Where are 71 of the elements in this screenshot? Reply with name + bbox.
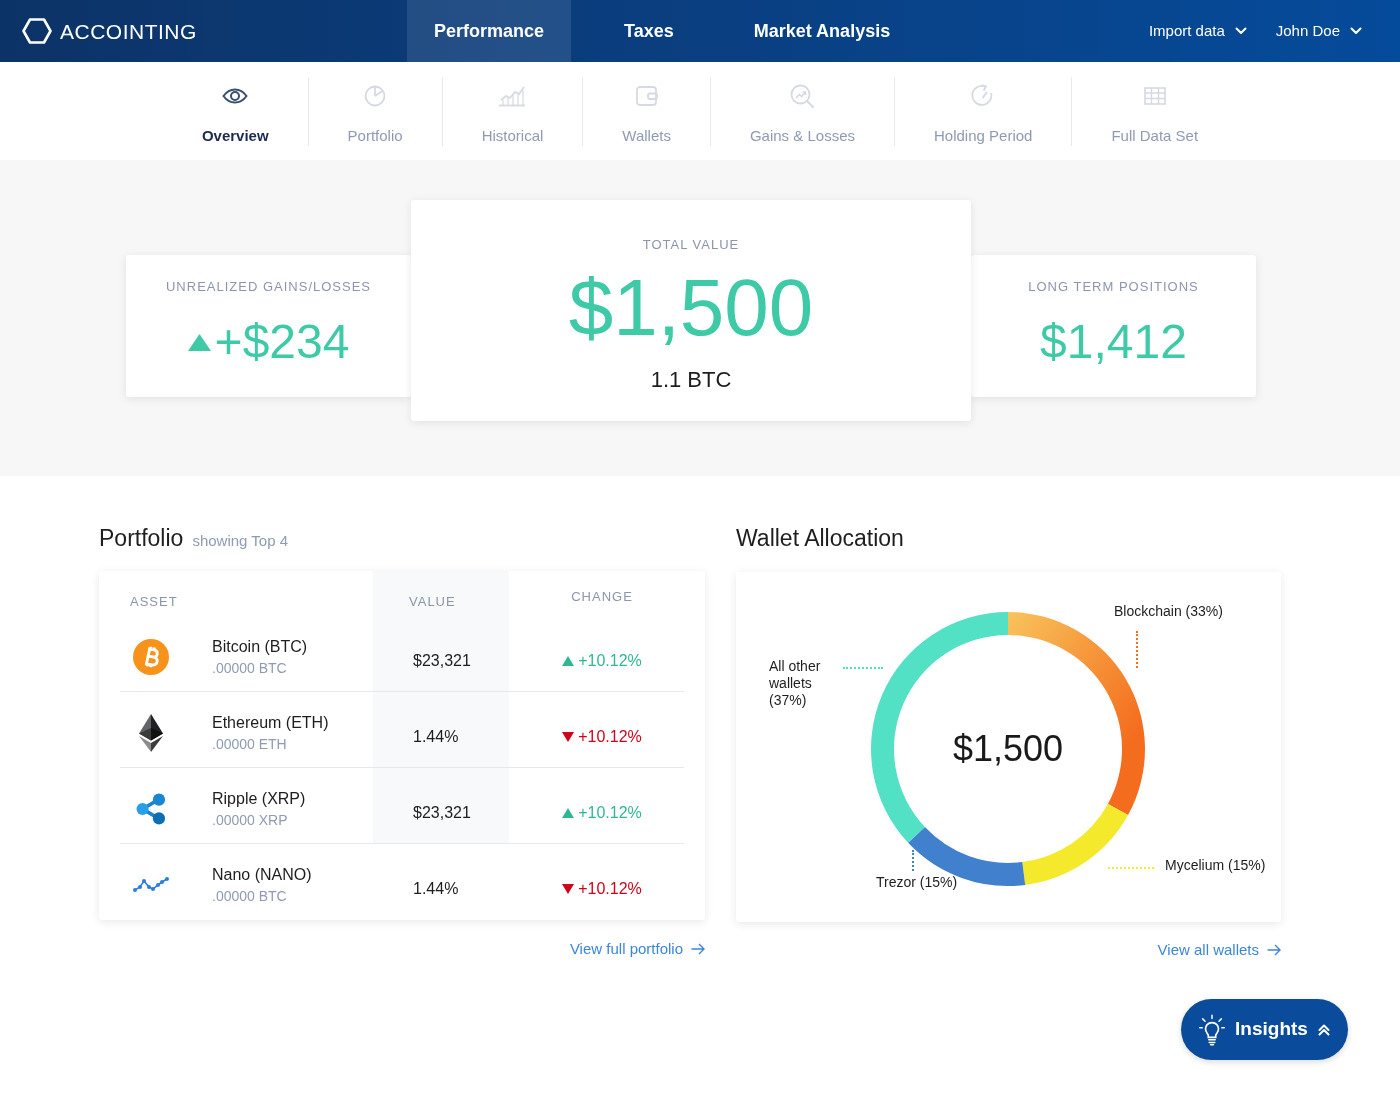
- change-value: +10.12%: [578, 650, 642, 671]
- nav-tab[interactable]: Market Analysis: [726, 0, 918, 62]
- wallets-link[interactable]: View all wallets: [1157, 940, 1281, 960]
- section-title: Portfolio: [99, 524, 184, 553]
- asset-value: 1.44%: [413, 879, 459, 899]
- sub-nav-tab[interactable]: Full Data Set: [1071, 77, 1238, 146]
- portfolio-link[interactable]: View full portfolio: [569, 939, 705, 959]
- chevron-down-icon: [1350, 27, 1362, 35]
- table-icon: [1143, 87, 1166, 105]
- stat-sub-value: 1.1 BTC: [650, 366, 732, 394]
- sub-nav-tab[interactable]: Wallets: [582, 77, 710, 146]
- arrow-right-icon: [1267, 944, 1281, 956]
- slice-label: Trezor (15%): [876, 874, 958, 891]
- change-value: +10.12%: [578, 802, 642, 823]
- line-chart-icon: [498, 85, 527, 107]
- asset-name: Ethereum (ETH): [212, 712, 329, 733]
- asset-amount: .00000 ETH: [212, 734, 288, 754]
- sub-nav-tab[interactable]: Holding Period: [894, 77, 1072, 146]
- slice-label: All other wallets (37%): [769, 658, 822, 709]
- slice-label: Blockchain (33%): [1114, 603, 1223, 620]
- slice-label: Mycelium (15%): [1165, 857, 1266, 874]
- section-title: Wallet Allocation: [736, 524, 904, 553]
- change-value: +10.12%: [578, 726, 642, 747]
- column-header: ASSET: [130, 594, 178, 609]
- logo-text: ACCOINTING: [60, 20, 197, 42]
- wallet-icon: [635, 86, 658, 106]
- stat-label: TOTAL VALUE: [642, 237, 740, 253]
- column-header: CHANGE: [571, 589, 633, 605]
- sub-nav-tab[interactable]: Historical: [441, 77, 583, 146]
- nano-icon: [133, 877, 169, 893]
- magnifier-chart-icon: [790, 84, 815, 108]
- asset-amount: .00000 BTC: [212, 658, 288, 678]
- bitcoin-icon: [133, 638, 169, 675]
- sub-nav-tab[interactable]: Gains & Losses: [709, 77, 894, 146]
- ripple-icon: [136, 792, 166, 825]
- ethereum-icon: [139, 713, 163, 752]
- asset-amount: .00000 BTC: [212, 887, 288, 906]
- eye-icon: [222, 88, 249, 104]
- arrow-right-icon: [691, 943, 705, 955]
- nav-dropdown[interactable]: Import data: [1148, 19, 1247, 43]
- sub-nav-tab[interactable]: Portfolio: [307, 77, 442, 146]
- double-chevron-up-icon: [1317, 1023, 1330, 1036]
- stat-label: LONG TERM POSITIONS: [1028, 279, 1199, 295]
- nav-tab[interactable]: Taxes: [597, 0, 701, 62]
- leader-line: [1136, 631, 1138, 668]
- nav-dropdown[interactable]: John Doe: [1275, 19, 1362, 43]
- stat-value: +$234: [214, 314, 350, 370]
- asset-value: 1.44%: [413, 726, 459, 747]
- asset-name: Nano (NANO): [212, 865, 312, 885]
- column-header: VALUE: [409, 594, 456, 609]
- asset-name: Bitcoin (BTC): [212, 636, 308, 657]
- change-value: +10.12%: [578, 879, 642, 899]
- leader-line: [843, 667, 883, 669]
- insights-button[interactable]: Insights: [1181, 999, 1348, 1060]
- section-subtitle: showing Top 4: [192, 531, 288, 551]
- nav-tab[interactable]: Performance: [407, 0, 572, 62]
- logo-icon: [22, 18, 52, 44]
- leader-line: [1108, 867, 1154, 869]
- asset-value: $23,321: [413, 802, 471, 823]
- asset-name: Ripple (XRP): [212, 788, 306, 809]
- leader-line: [912, 850, 914, 871]
- lightbulb-icon: [1199, 1013, 1226, 1046]
- sub-nav-tab[interactable]: Overview: [162, 77, 308, 146]
- stat-value: $1,500: [568, 264, 814, 352]
- donut-center-value: $1,500: [952, 727, 1064, 771]
- pie-chart-icon: [364, 85, 387, 107]
- asset-value: $23,321: [413, 650, 471, 671]
- chevron-down-icon: [1234, 27, 1247, 35]
- stat-value: $1,412: [1040, 314, 1187, 370]
- asset-amount: .00000 XRP: [212, 810, 289, 830]
- stat-label: UNREALIZED GAINS/LOSSES: [165, 279, 372, 295]
